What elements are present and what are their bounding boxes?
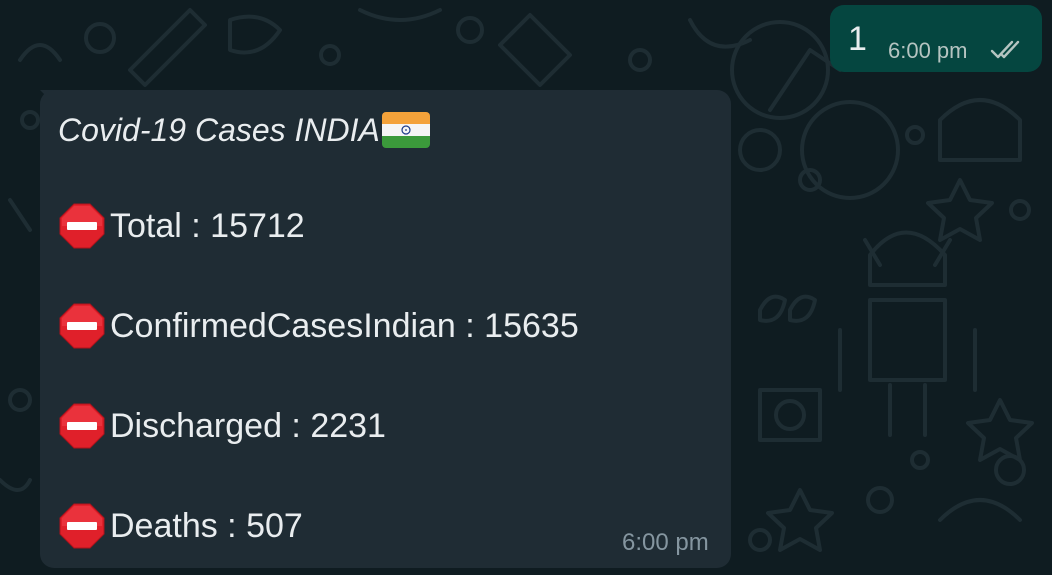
stop-sign-icon [59, 303, 105, 349]
double-check-icon [990, 40, 1020, 59]
stop-sign-icon [59, 203, 105, 249]
stat-row-total: Total : 15712 [58, 202, 305, 250]
incoming-message-bubble[interactable]: Covid-19 Cases INDIA Total : 15712 Confi… [40, 90, 731, 568]
stat-total-text: Total : 15712 [110, 206, 305, 245]
incoming-message-time: 6:00 pm [622, 529, 709, 556]
outgoing-message-text: 1 [848, 20, 867, 58]
stop-sign-icon [59, 403, 105, 449]
stop-sign-icon [59, 503, 105, 549]
stat-discharged-text: Discharged : 2231 [110, 406, 386, 445]
outgoing-message-bubble[interactable]: 1 6:00 pm [830, 5, 1042, 72]
stat-confirmed-indian-text: ConfirmedCasesIndian : 15635 [110, 306, 579, 345]
india-flag-icon [381, 112, 430, 148]
stat-deaths-text: Deaths : 507 [110, 506, 303, 545]
message-title: Covid-19 Cases INDIA [58, 111, 380, 148]
stat-row-deaths: Deaths : 507 [58, 502, 303, 550]
stat-row-discharged: Discharged : 2231 [58, 402, 386, 450]
stat-row-confirmed-indian: ConfirmedCasesIndian : 15635 [58, 302, 579, 350]
message-title-line: Covid-19 Cases INDIA [58, 108, 430, 152]
outgoing-message-time: 6:00 pm [888, 38, 968, 63]
